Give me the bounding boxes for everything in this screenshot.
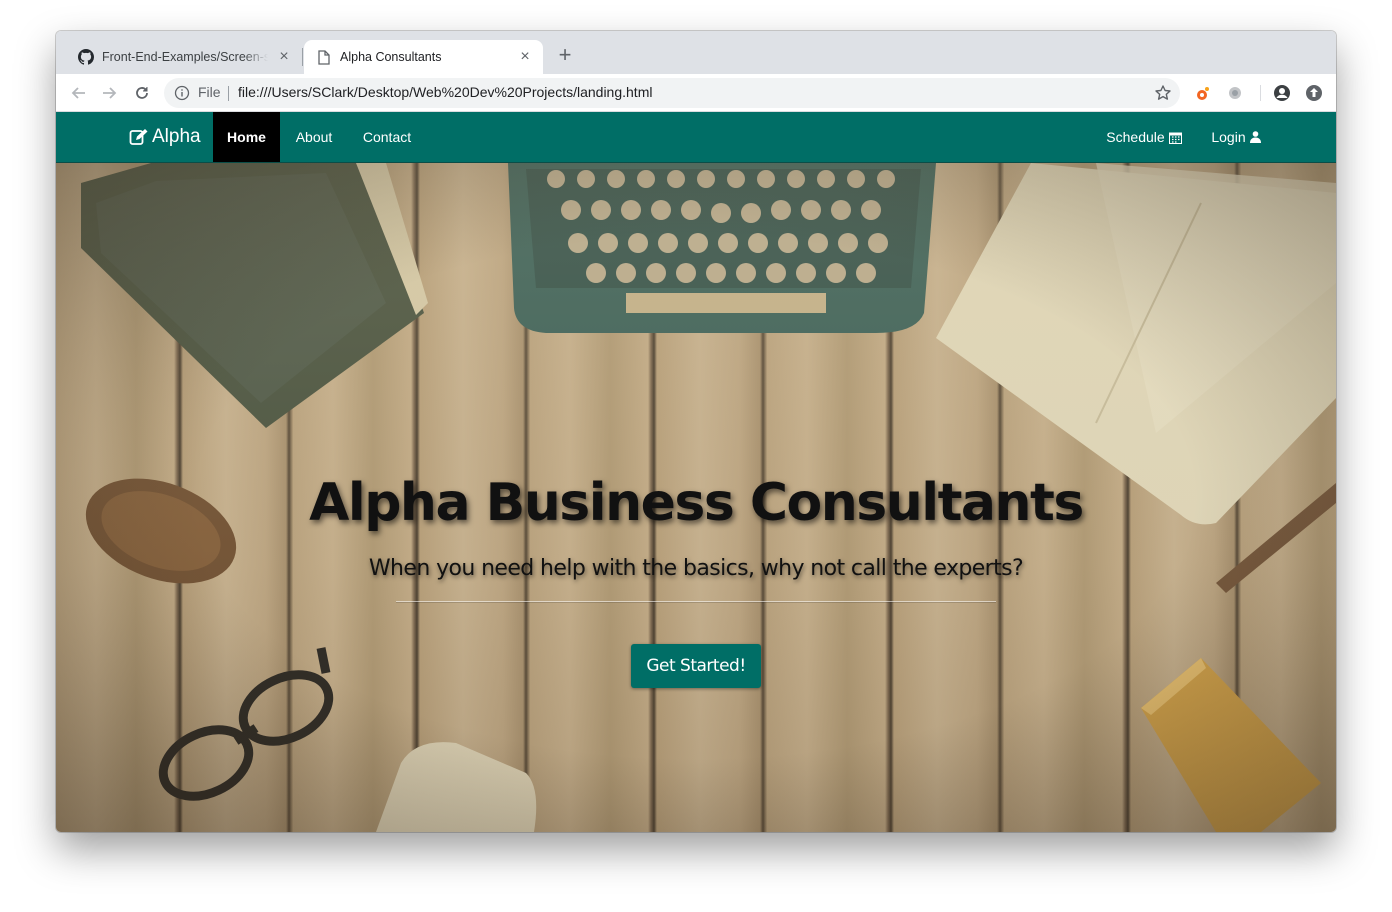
nav-login-label: Login [1211, 129, 1246, 145]
back-button[interactable] [66, 81, 90, 105]
get-started-button[interactable]: Get Started! [631, 644, 761, 688]
tab-title: Alpha Consultants [340, 50, 442, 64]
nav-home[interactable]: Home [213, 112, 280, 162]
calendar-icon [1168, 132, 1182, 144]
browser-toolbar: File file:///Users/SClark/Desktop/Web%20… [56, 74, 1336, 112]
forward-button[interactable] [98, 81, 122, 105]
brand-link[interactable]: Alpha [129, 126, 201, 148]
tab-strip: Front-End-Examples/Screen-s × Alpha Cons… [56, 31, 1336, 74]
nav-login[interactable]: Login [1204, 112, 1268, 162]
tab-separator [302, 48, 303, 66]
hero-divider [396, 601, 996, 602]
user-icon [1249, 131, 1261, 143]
github-icon [78, 49, 94, 65]
extension-icon[interactable] [1193, 83, 1213, 103]
bookmark-star-icon[interactable] [1154, 84, 1172, 102]
web-page: Alpha Home About Contact Schedule Login [56, 112, 1336, 832]
close-tab-icon[interactable]: × [276, 49, 292, 65]
nav-contact[interactable]: Contact [352, 112, 422, 162]
edit-icon [129, 129, 148, 145]
tab-github[interactable]: Front-End-Examples/Screen-s × [66, 40, 302, 74]
back-arrow-icon [71, 87, 85, 99]
toolbar-separator [1260, 85, 1261, 101]
browser-window: Front-End-Examples/Screen-s × Alpha Cons… [56, 31, 1336, 832]
extension-gray-icon[interactable] [1225, 83, 1245, 103]
address-bar[interactable]: File file:///Users/SClark/Desktop/Web%20… [164, 78, 1180, 108]
address-divider [228, 86, 229, 101]
reload-icon [136, 87, 148, 99]
new-tab-button[interactable]: + [554, 44, 576, 67]
hero-title: Alpha Business Consultants [309, 473, 1084, 533]
brand-name: Alpha [152, 126, 201, 147]
info-icon[interactable] [174, 85, 190, 101]
site-navbar: Alpha Home About Contact Schedule Login [56, 112, 1336, 163]
url-text[interactable]: file:///Users/SClark/Desktop/Web%20Dev%2… [238, 84, 652, 100]
nav-schedule[interactable]: Schedule [1096, 112, 1192, 162]
reload-button[interactable] [130, 81, 154, 105]
hero-section: Alpha Business Consultants When you need… [56, 163, 1336, 832]
profile-avatar-icon[interactable] [1272, 83, 1292, 103]
forward-arrow-icon [103, 87, 117, 99]
close-tab-icon[interactable]: × [517, 49, 533, 65]
scheme-label: File [198, 84, 221, 100]
tab-alpha-consultants[interactable]: Alpha Consultants × [304, 40, 543, 74]
update-arrow-icon[interactable] [1304, 83, 1324, 103]
nav-schedule-label: Schedule [1106, 129, 1165, 145]
hero-subtitle: When you need help with the basics, why … [368, 556, 1024, 581]
document-icon [316, 49, 332, 65]
nav-about[interactable]: About [283, 112, 345, 162]
tab-title: Front-End-Examples/Screen-s [102, 50, 268, 64]
